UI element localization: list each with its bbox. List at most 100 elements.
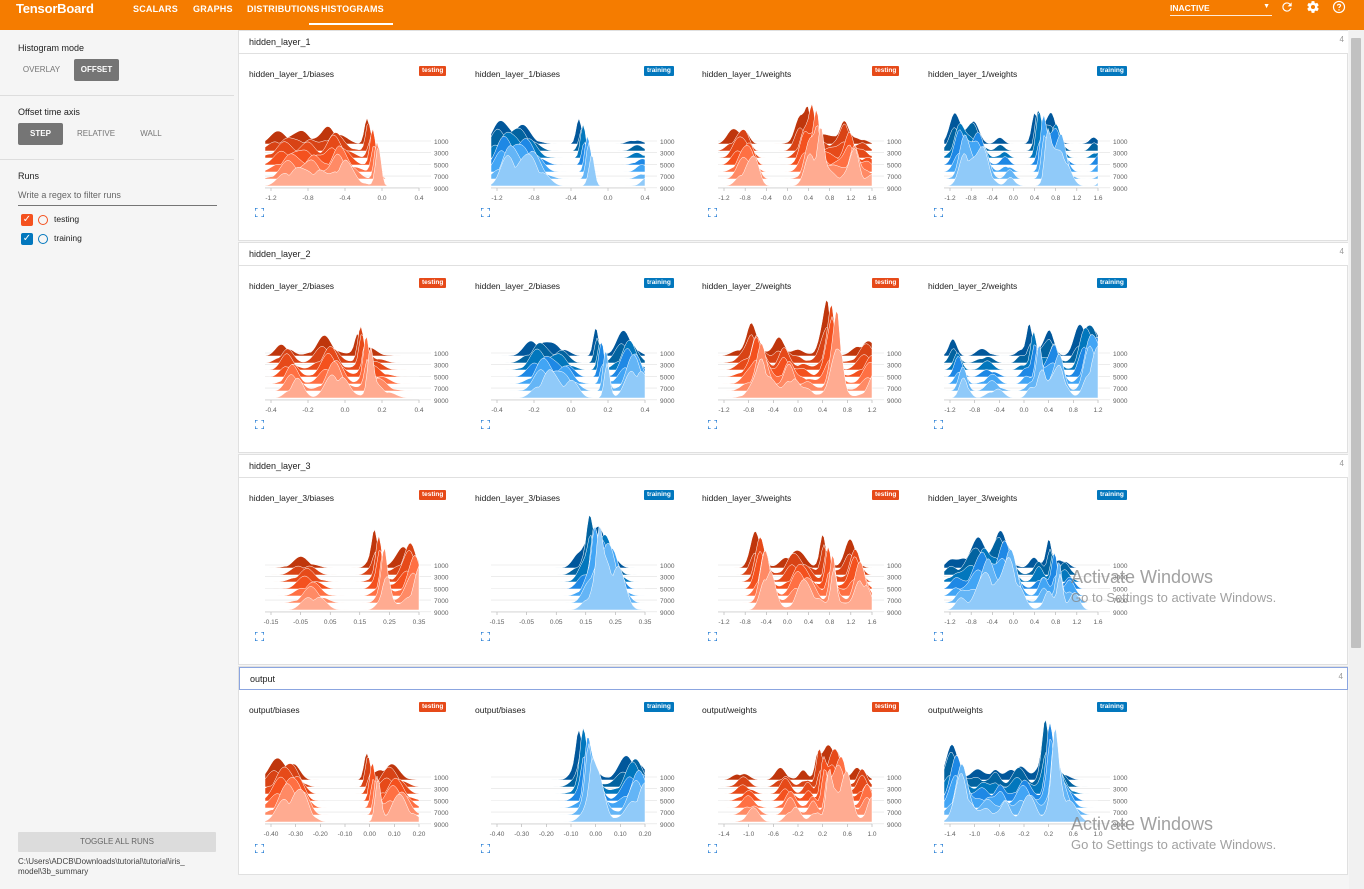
step-tick-label: 1000 <box>887 351 902 358</box>
x-tick-label: -0.30 <box>514 831 529 838</box>
fullscreen-icon[interactable] <box>481 844 490 853</box>
step-tick-label: 7000 <box>887 598 902 605</box>
histogram-chart: 1000 3000 5000 7000 9000 -0.4 -0.2 0.0 0.2 0.4 <box>264 325 449 414</box>
card-title: output/biases <box>475 705 526 715</box>
gear-icon[interactable] <box>1306 0 1320 14</box>
watermark-subtitle: Go to Settings to activate Windows. <box>1071 837 1277 852</box>
step-tick-label: 9000 <box>1113 398 1128 405</box>
x-tick-label: 0.8 <box>825 619 834 626</box>
run-badge: testing <box>419 490 447 500</box>
histogram-chart: 1000 3000 5000 7000 9000 -1.2 -0.8 -0.4 0.0 0.4 0.… <box>717 102 902 202</box>
x-tick-label: 0.4 <box>1030 619 1039 626</box>
run-mode-value: INACTIVE <box>1170 3 1210 13</box>
refresh-icon[interactable] <box>1280 0 1294 14</box>
step-tick-label: 7000 <box>887 174 902 181</box>
scrollbar[interactable] <box>1349 30 1364 889</box>
overlay-button[interactable]: OVERLAY <box>18 59 65 81</box>
step-tick-label: 5000 <box>660 162 675 169</box>
x-tick-label: -0.20 <box>539 831 554 838</box>
fullscreen-icon[interactable] <box>481 632 490 641</box>
step-tick-label: 3000 <box>887 363 902 370</box>
step-tick-label: 3000 <box>887 787 902 794</box>
fullscreen-icon[interactable] <box>708 844 717 853</box>
histogram-card: hidden_layer_2/weights testing 1000 3000 500… <box>692 278 912 461</box>
tab-histograms[interactable]: HISTOGRAMS <box>309 4 393 25</box>
run-filter-input[interactable]: Write a regex to filter runs <box>18 190 217 206</box>
step-tick-label: 9000 <box>1113 186 1128 193</box>
tab-scalars[interactable]: SCALARS <box>133 4 178 14</box>
x-tick-label: 0.35 <box>413 619 426 626</box>
fullscreen-icon[interactable] <box>708 208 717 217</box>
section-header[interactable]: hidden_layer_2 4 <box>239 243 1348 266</box>
checkbox-checked-icon[interactable]: ✓ <box>21 233 33 245</box>
histogram-mode-title: Histogram mode <box>18 43 85 53</box>
histogram-section: hidden_layer_3 4 hidden_layer_3/biases test… <box>238 454 1348 665</box>
fullscreen-icon[interactable] <box>481 420 490 429</box>
fullscreen-icon[interactable] <box>708 420 717 429</box>
step-tick-label: 3000 <box>1113 363 1128 370</box>
x-tick-label: 1.2 <box>846 619 855 626</box>
step-tick-label: 5000 <box>434 162 449 169</box>
fullscreen-icon[interactable] <box>708 632 717 641</box>
offset-time-axis-title: Offset time axis <box>18 107 80 117</box>
fullscreen-icon[interactable] <box>255 420 264 429</box>
fullscreen-icon[interactable] <box>934 420 943 429</box>
step-button[interactable]: STEP <box>18 123 63 145</box>
x-tick-label: -0.10 <box>338 831 353 838</box>
step-tick-label: 5000 <box>434 798 449 805</box>
x-tick-label: -0.6 <box>994 831 1006 838</box>
section-count: 4 <box>1339 459 1344 468</box>
section-title: hidden_layer_3 <box>249 461 311 471</box>
x-tick-label: 0.4 <box>804 619 813 626</box>
fullscreen-icon[interactable] <box>934 632 943 641</box>
histogram-card: hidden_layer_2/weights training 1000 3000 50… <box>918 278 1138 461</box>
fullscreen-icon[interactable] <box>255 632 264 641</box>
fullscreen-icon[interactable] <box>481 208 490 217</box>
step-tick-label: 7000 <box>887 810 902 817</box>
offset-button[interactable]: OFFSET <box>74 59 119 81</box>
step-tick-label: 1000 <box>660 563 675 570</box>
section-header[interactable]: hidden_layer_1 4 <box>239 31 1348 54</box>
x-tick-label: -0.40 <box>264 831 279 838</box>
step-tick-label: 3000 <box>660 575 675 582</box>
x-tick-label: -0.2 <box>792 831 804 838</box>
logdir-path-line: model\3b_summary <box>18 867 89 876</box>
x-tick-label: 0.8 <box>1051 619 1060 626</box>
section-header[interactable]: output 4 <box>239 667 1348 690</box>
fullscreen-icon[interactable] <box>934 208 943 217</box>
tab-graphs[interactable]: GRAPHS <box>193 4 233 14</box>
fullscreen-icon[interactable] <box>934 844 943 853</box>
histogram-card: output/biases testing 1000 3000 5000 7000 9000… <box>239 702 459 885</box>
runs-title: Runs <box>18 171 40 181</box>
run-badge: training <box>644 702 674 712</box>
fullscreen-icon[interactable] <box>255 208 264 217</box>
x-tick-label: 1.2 <box>867 407 876 414</box>
step-tick-label: 3000 <box>1113 787 1128 794</box>
x-tick-label: 0.0 <box>603 195 612 202</box>
logdir-path: C:\Users\ADCB\Downloads\tutorial\tutoria… <box>18 857 218 877</box>
toggle-all-runs-button[interactable]: TOGGLE ALL RUNS <box>18 832 216 852</box>
section-header[interactable]: hidden_layer_3 4 <box>239 455 1348 478</box>
histogram-card: hidden_layer_3/biases testing 1000 3000 5000… <box>239 490 459 673</box>
step-tick-label: 3000 <box>434 575 449 582</box>
x-tick-label: 0.2 <box>377 407 386 414</box>
run-mode-dropdown[interactable]: INACTIVE ▼ <box>1170 3 1272 16</box>
step-tick-label: 1000 <box>887 139 902 146</box>
histogram-chart: 1000 3000 5000 7000 9000 -1.4 -1.0 -0.6 -0.2 0.2 0… <box>718 744 902 838</box>
run-badge: testing <box>872 490 900 500</box>
x-tick-label: -1.0 <box>743 831 755 838</box>
scrollbar-thumb[interactable] <box>1351 38 1361 648</box>
relative-button[interactable]: RELATIVE <box>71 123 121 145</box>
histogram-card: hidden_layer_3/biases training 1000 3000 500… <box>465 490 685 673</box>
checkbox-checked-icon[interactable]: ✓ <box>21 214 33 226</box>
help-icon[interactable] <box>1332 0 1346 14</box>
run-label: training <box>54 233 82 243</box>
wall-button[interactable]: WALL <box>131 123 171 145</box>
step-tick-label: 7000 <box>434 810 449 817</box>
card-title: output/weights <box>928 705 983 715</box>
step-tick-label: 7000 <box>434 598 449 605</box>
watermark-subtitle: Go to Settings to activate Windows. <box>1071 590 1277 605</box>
histogram-chart: 1000 3000 5000 7000 9000 -0.15 -0.05 0.05 0.15 0.… <box>264 529 449 626</box>
histogram-chart: 1000 3000 5000 7000 9000 -0.15 -0.05 0.05 0.15 0.… <box>490 514 675 626</box>
fullscreen-icon[interactable] <box>255 844 264 853</box>
